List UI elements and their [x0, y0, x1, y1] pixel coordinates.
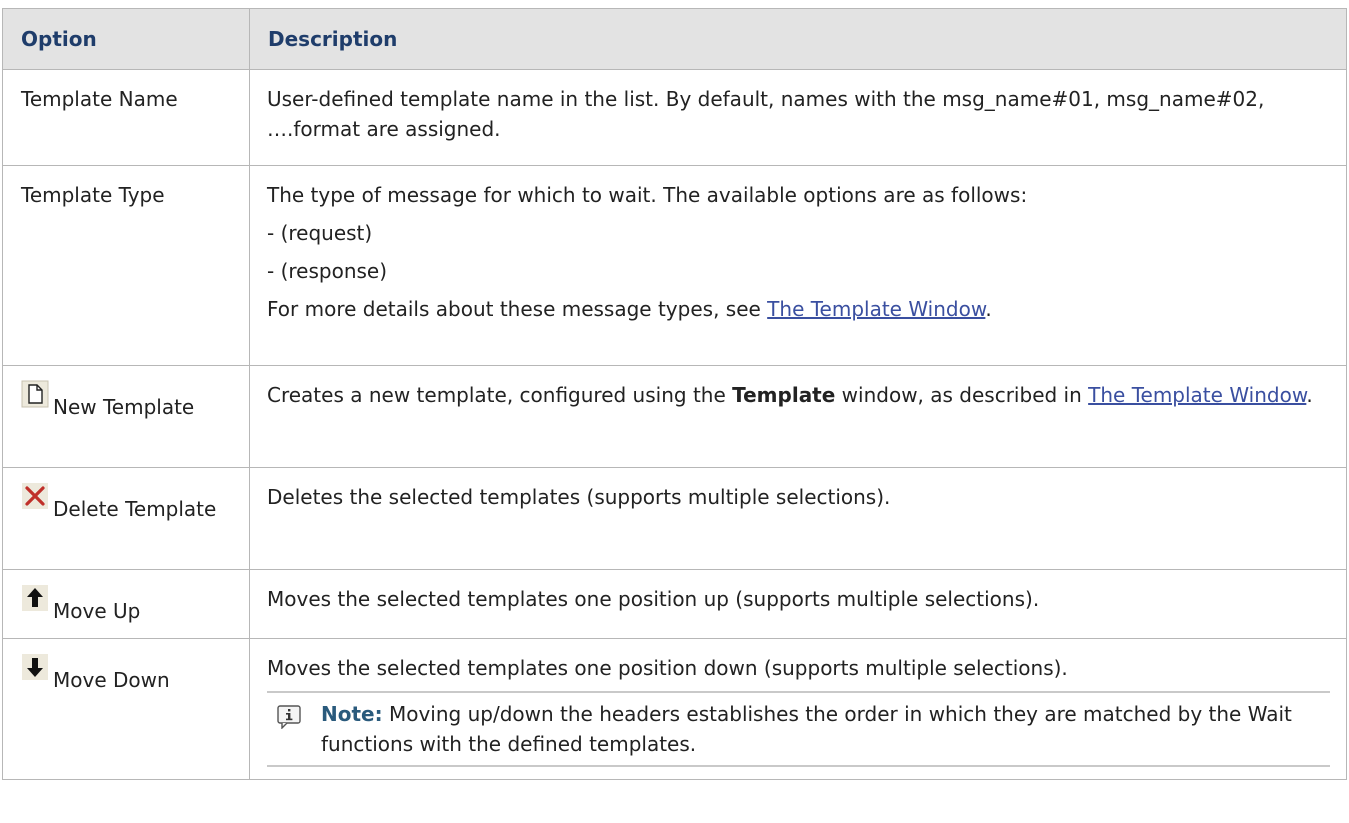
- option-cell: Template Type: [2, 165, 250, 366]
- more-details-text: For more details about these message typ…: [267, 294, 1330, 324]
- description-text: Deletes the selected templates (supports…: [267, 485, 891, 509]
- description-cell: Moves the selected templates one positio…: [249, 638, 1347, 780]
- option-label: Move Down: [53, 668, 170, 692]
- description-cell: Creates a new template, configured using…: [249, 365, 1347, 468]
- description-text: Creates a new template, configured using…: [267, 380, 1330, 410]
- header-option: Option: [2, 8, 250, 70]
- option-label: New Template: [53, 395, 195, 419]
- description-cell: Moves the selected templates one positio…: [249, 569, 1347, 639]
- link-suffix: .: [1306, 383, 1313, 407]
- description-text: Moves the selected templates one positio…: [267, 656, 1068, 680]
- option-label: Move Up: [53, 599, 141, 623]
- option-cell: Template Name: [2, 69, 250, 166]
- table-row: Template Name User-defined template name…: [2, 69, 1347, 166]
- option-cell: Move Up: [2, 569, 250, 639]
- up-arrow-icon: [21, 584, 49, 612]
- table-row: Move Down Moves the selected templates o…: [2, 638, 1347, 780]
- red-x-delete-icon: [21, 482, 49, 510]
- more-details-prefix: For more details about these message typ…: [267, 297, 768, 321]
- table-row: Delete Template Deletes the selected tem…: [2, 467, 1347, 570]
- description-text: The type of message for which to wait. T…: [267, 183, 1028, 207]
- description-text: User-defined template name in the list. …: [267, 87, 1265, 141]
- table-header-row: Option Description: [2, 8, 1347, 70]
- option-cell: New Template: [2, 365, 250, 468]
- options-table: Option Description Template Name User-de…: [2, 8, 1347, 780]
- more-details-suffix: .: [985, 297, 992, 321]
- option-label: Delete Template: [53, 497, 217, 521]
- description-cell: User-defined template name in the list. …: [249, 69, 1347, 166]
- template-bold-term: Template: [732, 383, 836, 407]
- description-cell: The type of message for which to wait. T…: [249, 165, 1347, 366]
- description-text: Moves the selected templates one positio…: [267, 587, 1040, 611]
- description-cell: Deletes the selected templates (supports…: [249, 467, 1347, 570]
- option-request: - (request): [267, 221, 373, 245]
- description-prefix: Creates a new template, configured using…: [267, 383, 733, 407]
- template-window-link[interactable]: The Template Window: [1088, 383, 1306, 407]
- table-row: New Template Creates a new template, con…: [2, 365, 1347, 468]
- note-body: Moving up/down the headers establishes t…: [321, 702, 1292, 756]
- new-document-icon: [21, 380, 49, 408]
- down-arrow-icon: [21, 653, 49, 681]
- description-suffix: window, as described in: [835, 383, 1089, 407]
- note-box: Note: Moving up/down the headers establi…: [267, 691, 1330, 767]
- note-text: Note: Moving up/down the headers establi…: [321, 699, 1324, 759]
- option-cell: Delete Template: [2, 467, 250, 570]
- header-description: Description: [249, 8, 1347, 70]
- template-window-link[interactable]: The Template Window: [767, 297, 985, 321]
- note-label: Note:: [321, 702, 383, 726]
- table-row: Move Up Moves the selected templates one…: [2, 569, 1347, 639]
- option-response: - (response): [267, 259, 388, 283]
- info-note-icon: [277, 705, 301, 730]
- table-row: Template Type The type of message for wh…: [2, 165, 1347, 366]
- option-cell: Move Down: [2, 638, 250, 780]
